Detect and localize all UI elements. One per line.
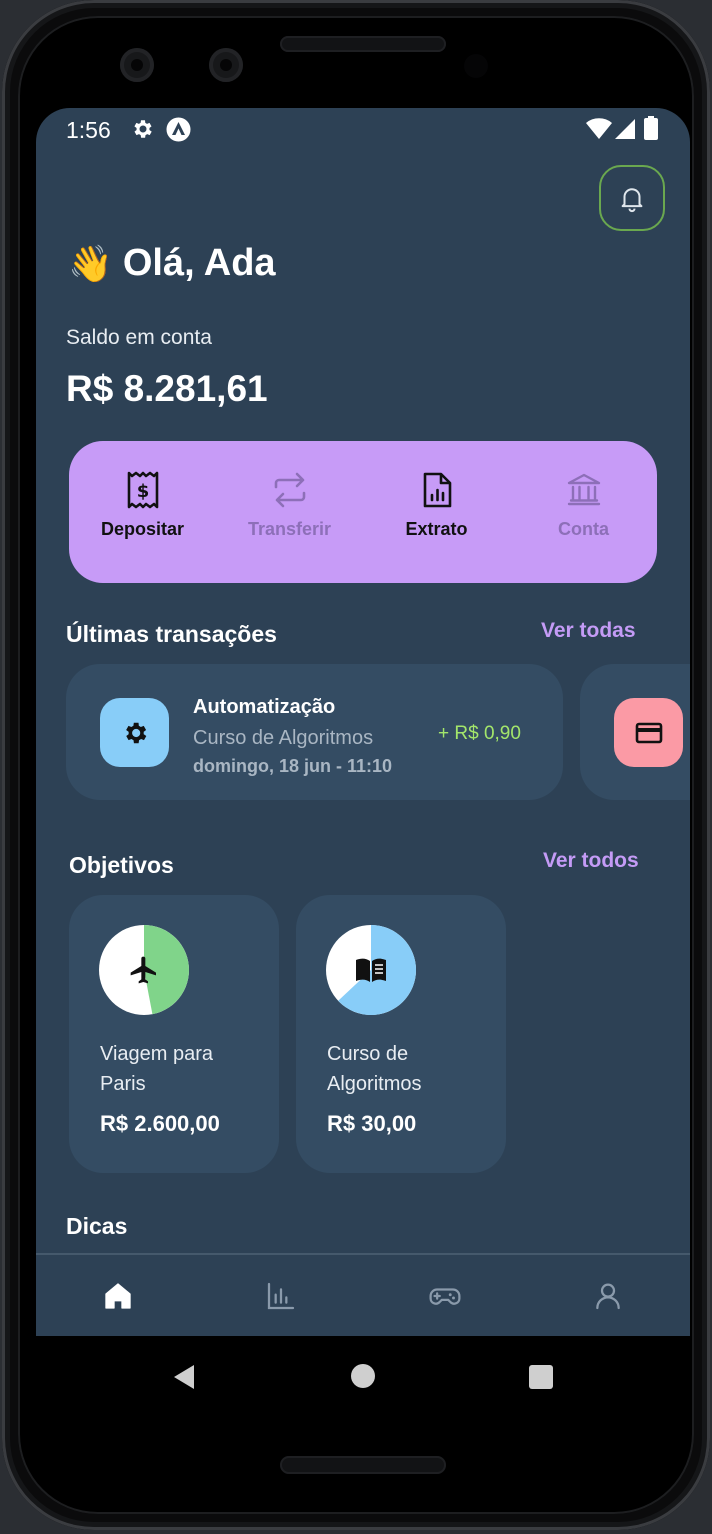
bottom-speaker: [280, 1456, 446, 1474]
status-bar: 1:56: [36, 108, 690, 152]
front-camera: [120, 48, 154, 82]
transfer-arrows-icon: [274, 472, 305, 508]
transfer-button[interactable]: Transferir: [216, 441, 363, 583]
greeting: 👋 Olá, Ada: [68, 242, 276, 285]
notifications-button[interactable]: [599, 165, 665, 231]
goals-title: Objetivos: [69, 852, 174, 878]
goal-name: Viagem para Paris: [100, 1043, 214, 1095]
transaction-subtitle: Curso de Algoritmos: [193, 727, 374, 749]
earpiece-speaker: [280, 36, 446, 52]
gamepad-icon: [429, 1287, 461, 1305]
goal-name: Curso de Algoritmos: [327, 1043, 422, 1095]
goal-card-course[interactable]: Curso de Algoritmos R$ 30,00: [296, 895, 506, 1173]
receipt-dollar-icon: $: [127, 471, 158, 509]
greeting-text: Olá, Ada: [122, 242, 276, 284]
statement-chart-icon: [423, 472, 451, 508]
goal-icon-wrap: [326, 925, 416, 1015]
statement-label: Extrato: [405, 519, 468, 539]
nav-home[interactable]: [36, 1255, 200, 1336]
user-icon: [596, 1283, 621, 1309]
balance-value: R$ 8.281,61: [66, 368, 268, 409]
goal-value: R$ 2.600,00: [100, 1111, 220, 1136]
deposit-label: Depositar: [100, 519, 185, 539]
wifi-icon: [586, 118, 612, 139]
settings-status-icon: [134, 120, 152, 138]
nav-profile[interactable]: [527, 1255, 691, 1336]
system-navigation-bar: [36, 1336, 690, 1416]
account-label: Conta: [558, 519, 609, 539]
airplane-icon: [130, 956, 156, 984]
app-logo-status-icon: [166, 117, 191, 142]
account-button[interactable]: Conta: [510, 441, 657, 583]
bottom-navbar: [36, 1255, 690, 1336]
credit-card-icon: [635, 722, 662, 743]
nav-games[interactable]: [363, 1255, 527, 1336]
bar-chart-icon: [268, 1282, 295, 1309]
transfer-label: Transferir: [247, 519, 332, 539]
transaction-card-partial[interactable]: [580, 664, 690, 800]
cell-signal-icon: [615, 119, 635, 139]
goal-value: R$ 30,00: [327, 1111, 417, 1136]
quick-actions-panel: $ Depositar Transferir Extrato Conta: [69, 441, 657, 583]
goal-icon-wrap: [99, 925, 189, 1015]
nav-reports[interactable]: [200, 1255, 364, 1336]
statement-button[interactable]: Extrato: [363, 441, 510, 583]
gear-icon: [125, 722, 146, 743]
battery-icon: [644, 116, 658, 140]
book-icon: [356, 958, 386, 982]
tips-title: Dicas: [66, 1213, 128, 1239]
svg-text:$: $: [136, 481, 149, 502]
transaction-amount: + R$ 0,90: [438, 723, 521, 744]
bank-icon: [567, 473, 600, 506]
transactions-title: Últimas transações: [66, 621, 277, 647]
proximity-sensor: [464, 54, 488, 78]
app-screen: 1:56 👋 Olá, Ada Saldo em conta R$ 8.281,: [36, 108, 690, 1336]
transaction-date: domingo, 18 jun - 11:10: [193, 756, 393, 776]
home-icon: [105, 1282, 131, 1309]
status-time: 1:56: [66, 117, 111, 143]
recents-square-icon[interactable]: [529, 1365, 553, 1389]
front-sensor: [209, 48, 243, 82]
deposit-button[interactable]: $ Depositar: [69, 441, 216, 583]
transaction-icon-badge: [100, 698, 169, 767]
waving-hand-emoji: 👋: [68, 242, 113, 284]
bell-icon: [621, 188, 643, 213]
transaction-icon-badge: [614, 698, 683, 767]
home-circle-icon[interactable]: [351, 1364, 375, 1388]
see-all-goals-link[interactable]: Ver todos: [543, 849, 639, 873]
goal-card-paris[interactable]: Viagem para Paris R$ 2.600,00: [69, 895, 279, 1173]
transaction-title: Automatização: [193, 696, 336, 718]
back-triangle-icon[interactable]: [172, 1364, 196, 1390]
balance-label: Saldo em conta: [66, 326, 212, 349]
transaction-card[interactable]: Automatização Curso de Algoritmos doming…: [66, 664, 563, 800]
see-all-transactions-link[interactable]: Ver todas: [541, 619, 636, 643]
